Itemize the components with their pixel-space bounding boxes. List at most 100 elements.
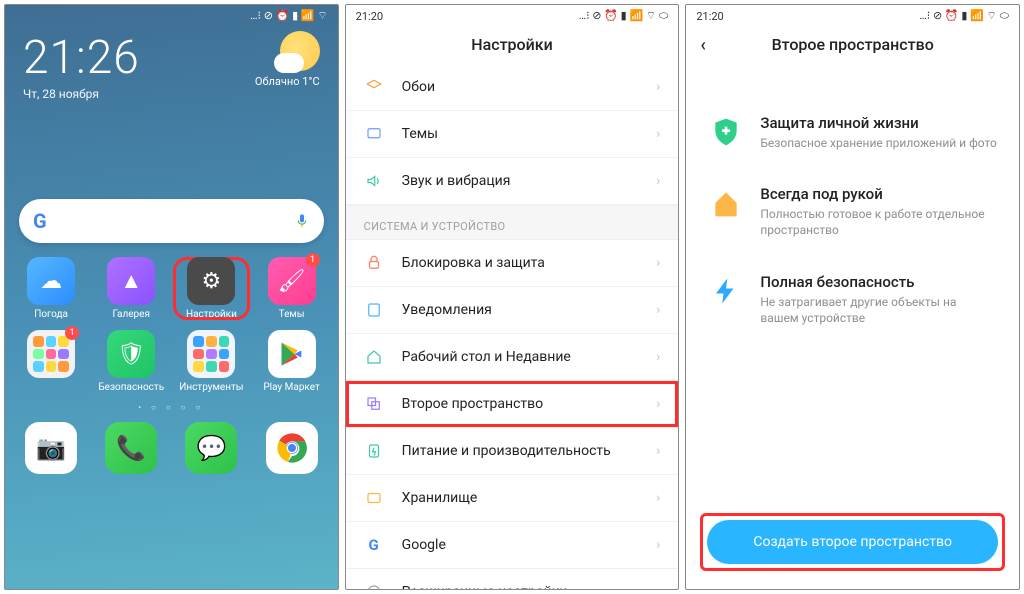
- app-settings-highlighted[interactable]: ⚙ Настройки: [173, 257, 249, 320]
- chevron-right-icon: ›: [656, 537, 660, 553]
- play-store-icon: [268, 330, 316, 378]
- dock-phone[interactable]: 📞: [105, 422, 157, 474]
- status-bar: 21:20 …⁝ ⊘ ⏰ ▮ 📶 ⌔ ⬭: [346, 5, 679, 25]
- chevron-right-icon: ›: [656, 79, 660, 95]
- settings-list[interactable]: Обои› Темы› Звук и вибрация› СИСТЕМА И У…: [346, 64, 679, 589]
- status-bar: …⁝ ⊘ ⏰ ▮ 📶 ⌔: [5, 5, 338, 25]
- section-header: СИСТЕМА И УСТРОЙСТВО: [346, 205, 679, 240]
- row-label: Звук и вибрация: [402, 173, 511, 189]
- gallery-app-icon: ▲: [107, 257, 155, 305]
- tools-folder-icon: 1: [27, 330, 75, 378]
- wallpaper-icon: [364, 77, 384, 97]
- status-icons: …⁝ ⊘ ⏰ ▮ 📶 ⌔ ⬭: [579, 9, 669, 23]
- dock-browser[interactable]: [266, 422, 318, 474]
- app-themes[interactable]: 🖌1 Темы: [254, 257, 330, 320]
- page-title: Настройки: [346, 25, 679, 64]
- chevron-right-icon: ›: [656, 490, 660, 506]
- app-weather[interactable]: ☁ Погода: [13, 257, 89, 320]
- row-second-space-highlighted[interactable]: Второе пространство›: [346, 381, 679, 428]
- feature-privacy: Защита личной жизни Безопасное хранение …: [708, 114, 997, 151]
- second-space-icon: [364, 394, 384, 414]
- chevron-right-icon: ›: [656, 349, 660, 365]
- feature-title: Всегда под рукой: [760, 185, 997, 203]
- status-time: 21:20: [356, 10, 383, 23]
- row-label: Обои: [402, 79, 435, 95]
- status-time: 21:20: [696, 10, 723, 23]
- clock-date: Чт, 28 ноября: [23, 87, 320, 101]
- feature-handy: Всегда под рукой Полностью готовое к раб…: [708, 185, 997, 238]
- create-second-space-button[interactable]: Создать второе пространство: [707, 520, 998, 564]
- app-play-store[interactable]: Play Маркет: [254, 330, 330, 393]
- chevron-right-icon: ›: [656, 302, 660, 318]
- row-label: Второе пространство: [402, 396, 543, 412]
- power-icon: [364, 441, 384, 461]
- dock-messages[interactable]: 💬: [185, 422, 237, 474]
- google-logo: G: [33, 209, 47, 233]
- shield-plus-icon: [708, 114, 744, 150]
- row-wallpaper[interactable]: Обои ›: [346, 64, 679, 111]
- instruments-folder-icon: [187, 330, 235, 378]
- row-label: Хранилище: [402, 490, 478, 506]
- row-sound[interactable]: Звук и вибрация›: [346, 158, 679, 205]
- app-label: Настройки: [186, 309, 237, 320]
- feature-desc: Не затрагивает другие объекты на вашем у…: [760, 294, 997, 326]
- feature-title: Полная безопасность: [760, 273, 997, 291]
- phone-home-screen: …⁝ ⊘ ⏰ ▮ 📶 ⌔ 21:26 Чт, 28 ноября Облачно…: [4, 4, 339, 590]
- bolt-icon: [708, 273, 744, 309]
- app-gallery[interactable]: ▲ Галерея: [93, 257, 169, 320]
- row-label: Расширенные настройки: [402, 584, 568, 589]
- storage-icon: [364, 488, 384, 508]
- row-storage[interactable]: Хранилище ›: [346, 475, 679, 522]
- features-list: Защита личной жизни Безопасное хранение …: [686, 64, 1019, 360]
- back-button[interactable]: ‹: [700, 35, 706, 56]
- dock-camera[interactable]: 📷: [25, 422, 77, 474]
- weather-icon: [280, 31, 320, 71]
- badge: 1: [65, 326, 79, 340]
- feature-desc: Безопасное хранение приложений и фото: [760, 135, 997, 151]
- row-themes[interactable]: Темы›: [346, 111, 679, 158]
- advanced-icon: [364, 582, 384, 589]
- row-label: Google: [402, 537, 446, 553]
- dock: 📷 📞 💬: [5, 412, 338, 486]
- google-search-bar[interactable]: G: [19, 199, 324, 243]
- app-folder-instruments[interactable]: Инструменты: [173, 330, 249, 393]
- row-label: Рабочий стол и Недавние: [402, 349, 571, 365]
- status-bar: 21:20 …⁝ ⊘ ⏰ ▮ 📶 ⌔ ⬭: [686, 5, 1019, 25]
- chevron-right-icon: ›: [656, 584, 660, 589]
- page-title: ‹ Второе пространство: [686, 25, 1019, 64]
- lock-icon: [364, 253, 384, 273]
- themes-icon: [364, 124, 384, 144]
- chevron-right-icon: ›: [656, 443, 660, 459]
- security-app-icon: 🛡: [107, 330, 155, 378]
- feature-title: Защита личной жизни: [760, 114, 997, 132]
- row-label: Питание и производительность: [402, 443, 611, 459]
- weather-app-icon: ☁: [27, 257, 75, 305]
- themes-app-icon: 🖌1: [268, 257, 316, 305]
- google-icon: G: [364, 535, 384, 555]
- row-power[interactable]: Питание и производительность ›: [346, 428, 679, 475]
- feature-safety: Полная безопасность Не затрагивает други…: [708, 273, 997, 326]
- chevron-right-icon: ›: [656, 255, 660, 271]
- mic-icon[interactable]: [294, 211, 310, 231]
- title-text: Второе пространство: [772, 35, 934, 54]
- row-notifications[interactable]: Уведомления ›: [346, 287, 679, 334]
- row-google[interactable]: G Google ›: [346, 522, 679, 569]
- app-folder-tools[interactable]: 1: [13, 330, 89, 393]
- row-advanced[interactable]: Расширенные настройки ›: [346, 569, 679, 589]
- weather-widget[interactable]: Облачно 1°C: [255, 31, 320, 88]
- badge: 1: [306, 253, 320, 267]
- chevron-right-icon: ›: [656, 126, 660, 142]
- app-label: Play Маркет: [263, 382, 320, 393]
- row-label: Уведомления: [402, 302, 492, 318]
- home-icon: [364, 347, 384, 367]
- app-label: Погода: [34, 309, 68, 320]
- row-home[interactable]: Рабочий стол и Недавние ›: [346, 334, 679, 381]
- app-label: Инструменты: [179, 382, 243, 393]
- sound-icon: [364, 171, 384, 191]
- app-label: Безопасность: [98, 382, 164, 393]
- app-security[interactable]: 🛡 Безопасность: [93, 330, 169, 393]
- row-label: Блокировка и защита: [402, 255, 545, 271]
- page-indicator: • ○ ○ ○ ○: [5, 403, 338, 412]
- row-lock[interactable]: Блокировка и защита ›: [346, 240, 679, 287]
- settings-app-icon: ⚙: [187, 257, 235, 305]
